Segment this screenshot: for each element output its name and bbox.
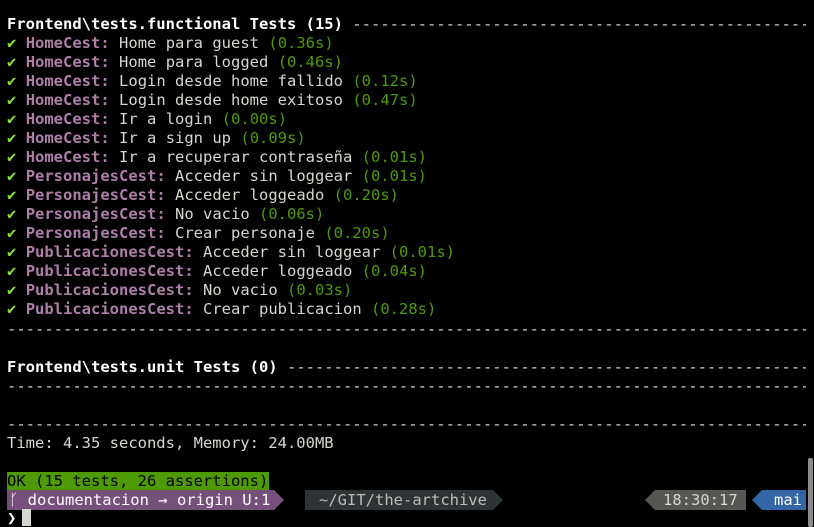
pass-check-icon: ✔	[7, 129, 17, 147]
test-duration: (0.09s)	[240, 129, 306, 147]
test-duration: (0.20s)	[324, 224, 390, 242]
test-name: Acceder sin loggear	[203, 243, 381, 261]
test-name: Acceder loggeado	[203, 262, 353, 280]
test-name: No vacio	[175, 205, 250, 223]
test-class-name: HomeCest:	[25, 34, 110, 52]
pass-check-icon: ✔	[7, 148, 17, 166]
pass-check-icon: ✔	[7, 205, 17, 223]
pass-check-icon: ✔	[7, 34, 17, 52]
test-duration: (0.47s)	[352, 91, 418, 109]
test-name: Acceder sin loggear	[175, 167, 353, 185]
test-duration: (0.04s)	[361, 262, 427, 280]
test-result-row: ✔ HomeCest: Ir a sign up (0.09s)	[7, 129, 806, 148]
test-result-row: ✔ PublicacionesCest: No vacio (0.03s)	[7, 281, 806, 300]
scrollbar-thumb[interactable]	[808, 458, 813, 527]
functional-tests-header: Frontend\tests.functional Tests (15) ---…	[7, 15, 806, 34]
test-result-row: ✔ HomeCest: Home para logged (0.46s)	[7, 53, 806, 72]
separator-line: ----------------------------------------…	[7, 320, 806, 338]
test-result-row: ✔ HomeCest: Home para guest (0.36s)	[7, 34, 806, 53]
test-name: Ir a sign up	[119, 129, 232, 147]
test-result-row: ✔ PublicacionesCest: Acceder loggeado (0…	[7, 262, 806, 281]
text-cursor	[22, 509, 32, 526]
test-class-name: HomeCest:	[25, 91, 110, 109]
test-duration: (0.36s)	[268, 34, 334, 52]
test-duration: (0.01s)	[389, 243, 455, 261]
test-result-row: ✔ PublicacionesCest: Crear publicacion (…	[7, 300, 806, 319]
current-directory-segment: ~/GIT/the-artchive	[305, 490, 503, 510]
test-class-name: PersonajesCest:	[25, 186, 166, 204]
test-result-row: ✔ HomeCest: Login desde home exitoso (0.…	[7, 91, 806, 110]
ok-status-badge: OK (15 tests, 26 assertions)	[7, 472, 270, 491]
pass-check-icon: ✔	[7, 281, 17, 299]
test-duration: (0.01s)	[361, 167, 427, 185]
test-duration: (0.28s)	[371, 300, 437, 318]
test-class-name: HomeCest:	[25, 72, 110, 90]
test-name: Ir a login	[119, 110, 213, 128]
test-name: Login desde home exitoso	[119, 91, 343, 109]
test-result-row: ✔ PersonajesCest: Crear personaje (0.20s…	[7, 224, 806, 243]
test-name: Login desde home fallido	[119, 72, 343, 90]
pass-check-icon: ✔	[7, 72, 17, 90]
test-result-row: ✔ PersonajesCest: Acceder loggeado (0.20…	[7, 186, 806, 205]
test-result-row: ✔ HomeCest: Ir a login (0.00s)	[7, 110, 806, 129]
test-class-name: PublicacionesCest:	[25, 300, 194, 318]
clock-segment: 18:30:17	[645, 490, 746, 510]
terminal-window[interactable]: Frontend\tests.functional Tests (15) ---…	[0, 0, 814, 527]
unit-tests-title: Frontend\tests.unit Tests (0)	[7, 358, 278, 376]
test-class-name: PublicacionesCest:	[25, 243, 194, 261]
test-result-row: ✔ HomeCest: Ir a recuperar contraseña (0…	[7, 148, 806, 167]
test-result-row: ✔ PublicacionesCest: Acceder sin loggear…	[7, 243, 806, 262]
test-duration: (0.12s)	[352, 72, 418, 90]
command-prompt[interactable]: ❯	[7, 509, 32, 527]
prompt-chevron-icon: ❯	[7, 509, 17, 527]
pass-check-icon: ✔	[7, 186, 17, 204]
test-name: Home para logged	[119, 53, 269, 71]
terminal-scrollbar[interactable]	[807, 0, 814, 527]
pass-check-icon: ✔	[7, 110, 17, 128]
time-memory-summary: Time: 4.35 seconds, Memory: 24.00MB	[7, 434, 334, 452]
test-class-name: PersonajesCest:	[25, 205, 166, 223]
test-name: Home para guest	[119, 34, 260, 52]
test-name: Crear publicacion	[203, 300, 362, 318]
pass-check-icon: ✔	[7, 262, 17, 280]
test-class-name: HomeCest:	[25, 110, 110, 128]
pass-check-icon: ✔	[7, 243, 17, 261]
pass-check-icon: ✔	[7, 167, 17, 185]
pass-check-icon: ✔	[7, 53, 17, 71]
git-branch-label: documentacion → origin U:1	[27, 491, 271, 509]
git-branch-icon: ᚴ	[9, 491, 19, 509]
test-class-name: HomeCest:	[25, 129, 110, 147]
test-class-name: PublicacionesCest:	[25, 262, 194, 280]
test-duration: (0.20s)	[333, 186, 399, 204]
test-duration: (0.46s)	[277, 53, 344, 71]
test-class-name: HomeCest:	[25, 53, 110, 71]
functional-tests-title: Frontend\tests.functional Tests (15)	[7, 15, 343, 33]
test-result-row: ✔ PersonajesCest: No vacio (0.06s)	[7, 205, 806, 224]
prompt-status-bar: ᚴ documentacion → origin U:1 ~/GIT/the-a…	[7, 490, 806, 510]
test-name: Crear personaje	[175, 224, 315, 242]
test-result-row: ✔ PersonajesCest: Acceder sin loggear (0…	[7, 167, 806, 186]
test-duration: (0.00s)	[221, 110, 288, 128]
unit-tests-header: Frontend\tests.unit Tests (0) ----------…	[7, 358, 806, 377]
pass-check-icon: ✔	[7, 224, 17, 242]
test-name: No vacio	[203, 281, 278, 299]
pass-check-icon: ✔	[7, 300, 17, 318]
test-class-name: PersonajesCest:	[25, 167, 166, 185]
test-duration: (0.01s)	[361, 148, 427, 166]
user-segment: mai	[752, 490, 806, 510]
test-class-name: PersonajesCest:	[25, 224, 166, 242]
separator-line: ----------------------------------------…	[7, 415, 806, 433]
test-duration: (0.03s)	[287, 281, 353, 299]
header-separator: ----------------------------------------…	[352, 15, 806, 33]
test-name: Acceder loggeado	[175, 186, 325, 204]
test-duration: (0.06s)	[259, 205, 325, 223]
separator-line: ----------------------------------------…	[7, 377, 806, 395]
git-branch-segment: ᚴ documentacion → origin U:1	[7, 490, 285, 510]
test-name: Ir a recuperar contraseña	[119, 148, 353, 166]
header-separator: ----------------------------------------…	[286, 358, 806, 376]
test-class-name: PublicacionesCest:	[25, 281, 194, 299]
pass-check-icon: ✔	[7, 91, 17, 109]
test-result-row: ✔ HomeCest: Login desde home fallido (0.…	[7, 72, 806, 91]
test-class-name: HomeCest:	[25, 148, 110, 166]
